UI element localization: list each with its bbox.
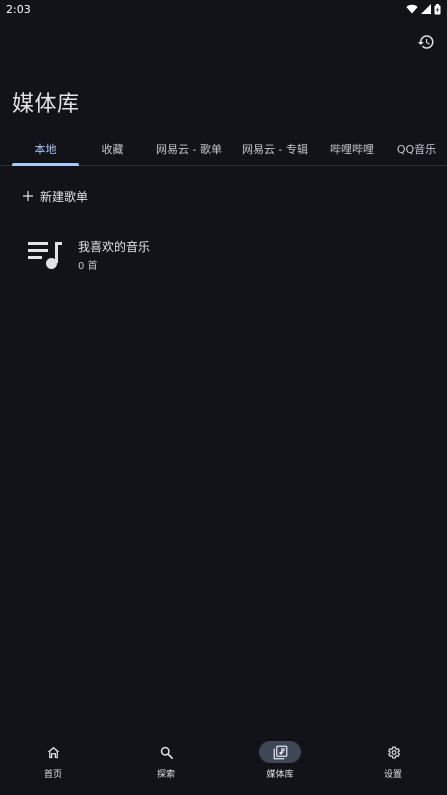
history-button[interactable] [414, 30, 438, 54]
tab-label: 网易云 - 歌单 [156, 142, 222, 156]
playlist-count: 0 首 [78, 261, 98, 272]
library-music-icon [273, 745, 287, 759]
status-time: 2:03 [6, 2, 31, 16]
history-icon [417, 35, 434, 49]
plus-icon [23, 191, 33, 201]
nav-label: 首页 [43, 770, 62, 780]
tab-label: 收藏 [101, 142, 124, 156]
new-playlist-label: 新建歌单 [40, 189, 89, 204]
playlist-item[interactable]: 我喜欢的音乐 0 首 [0, 230, 447, 280]
battery-icon [434, 3, 441, 14]
search-icon [160, 746, 173, 759]
tab-bilibili[interactable]: 哔哩哔哩 [318, 132, 386, 165]
nav-icon-container [145, 741, 187, 763]
tab-label: 网易云 - 专辑 [242, 142, 308, 156]
tab-netease-albums[interactable]: 网易云 - 专辑 [232, 132, 318, 165]
nav-settings[interactable]: 设置 [338, 741, 447, 787]
tab-bar: 本地 收藏 网易云 - 歌单 网易云 - 专辑 哔哩哔哩 QQ音乐 [0, 132, 447, 166]
nav-label: 设置 [383, 770, 402, 780]
tab-indicator [12, 163, 79, 166]
playlist-music-icon [28, 242, 62, 269]
nav-icon-container [372, 741, 414, 763]
tab-label: 本地 [34, 142, 57, 156]
tab-label: QQ音乐 [396, 142, 437, 156]
tab-favorites[interactable]: 收藏 [79, 132, 146, 165]
new-playlist-button[interactable]: 新建歌单 [22, 184, 88, 208]
tab-qq-music[interactable]: QQ音乐 [386, 132, 447, 165]
signal-icon [421, 4, 431, 14]
nav-explore[interactable]: 探索 [111, 741, 221, 787]
tab-netease-playlists[interactable]: 网易云 - 歌单 [146, 132, 232, 165]
playlist-name: 我喜欢的音乐 [78, 240, 151, 254]
nav-library[interactable]: 媒体库 [225, 741, 335, 787]
status-icons [406, 3, 441, 15]
nav-label: 媒体库 [266, 770, 294, 780]
gear-icon [387, 745, 400, 759]
nav-icon-container [259, 741, 301, 763]
tab-label: 哔哩哔哩 [330, 142, 374, 156]
wifi-icon [406, 4, 418, 14]
page-title: 媒体库 [12, 92, 80, 117]
status-bar: 2:03 [0, 0, 447, 18]
nav-icon-container [32, 741, 74, 763]
bottom-navigation: 首页 探索 媒体库 设置 [0, 735, 447, 795]
tab-local[interactable]: 本地 [12, 132, 79, 165]
nav-home[interactable]: 首页 [0, 741, 108, 787]
nav-label: 探索 [156, 770, 175, 780]
home-icon [47, 746, 59, 758]
top-app-bar [0, 24, 447, 60]
